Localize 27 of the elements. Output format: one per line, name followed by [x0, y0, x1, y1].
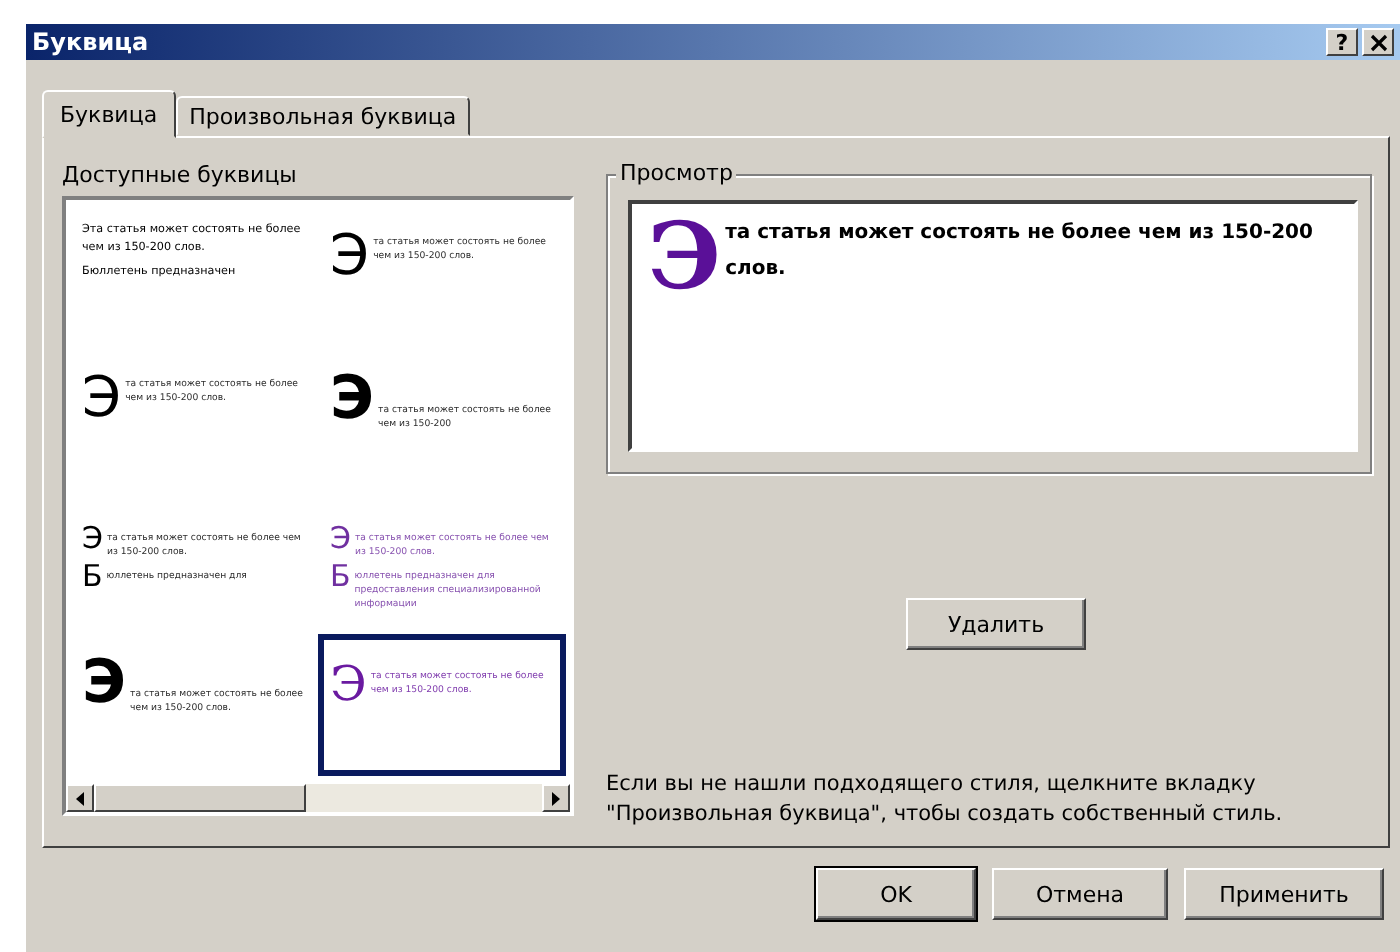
drop-cap-letter: Б	[82, 564, 103, 591]
drop-cap-letter: Б	[330, 564, 351, 591]
ok-button[interactable]: OK	[816, 868, 976, 920]
close-button[interactable]	[1362, 28, 1394, 56]
tab[interactable]: Буквица	[42, 90, 176, 138]
drop-cap-letter: Э	[82, 656, 127, 710]
gallery-label: Доступные буквицы	[62, 162, 299, 188]
tab[interactable]: Произвольная буквица	[175, 96, 471, 136]
drop-cap-letter: Э	[82, 372, 122, 423]
preview-text: та статья может состоять не более чем из 150-200 слов.	[725, 222, 1313, 280]
horizontal-scrollbar[interactable]	[66, 784, 570, 812]
left-arrow-icon	[74, 789, 86, 807]
apply-button[interactable]: Применить	[1184, 868, 1384, 920]
close-icon	[1369, 33, 1387, 51]
drop-cap-letter: Э	[330, 664, 367, 708]
drop-cap-letter: Э	[330, 372, 375, 426]
hint-text: Если вы не нашли подходящего стиля, щелкните вкладку "Произвольная буквица", чтобы создать собственный стиль.	[606, 770, 1285, 830]
cancel-button[interactable]: Отмена	[992, 868, 1168, 920]
window-title: Буквица	[32, 28, 149, 56]
drop-cap-letter: Э	[330, 230, 370, 281]
help-button[interactable]: ?	[1326, 28, 1358, 56]
right-arrow-icon	[550, 789, 562, 807]
drop-cap-letter: Э	[82, 526, 103, 553]
drop-cap-letter: Э	[648, 216, 722, 296]
preview-label: Просмотр	[616, 160, 737, 186]
drop-cap-letter: Э	[330, 526, 351, 553]
delete-button[interactable]: Удалить	[906, 598, 1086, 650]
